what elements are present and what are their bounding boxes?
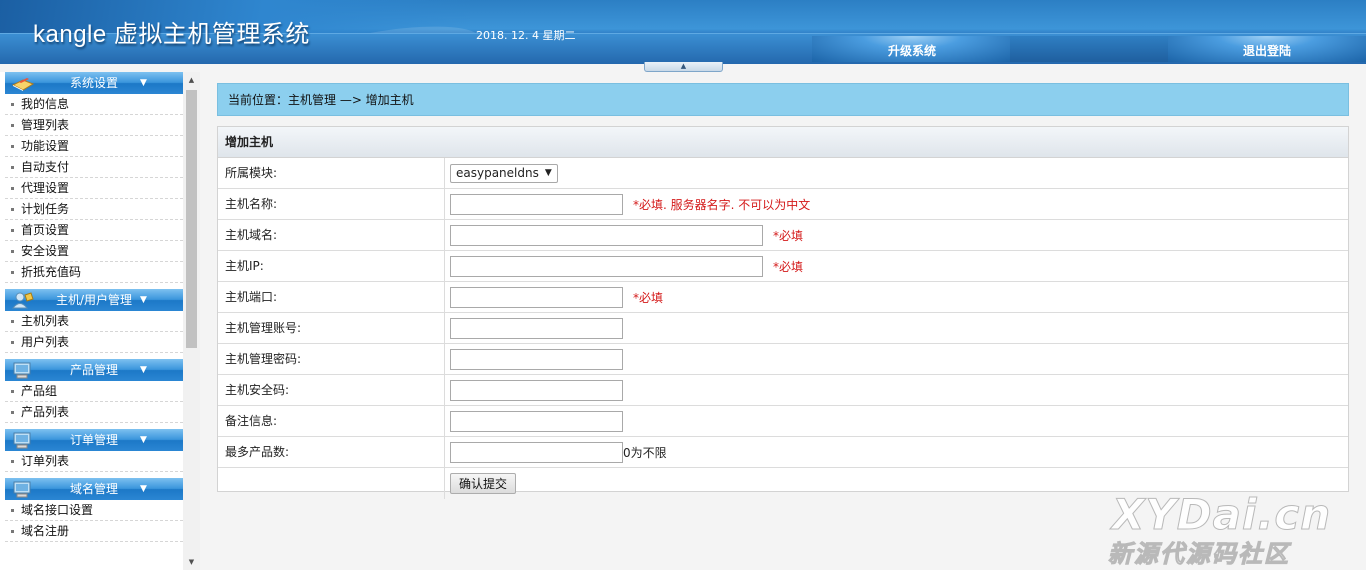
form-row-host-domain: 主机域名: *必填 [218, 220, 1348, 251]
host-ip-input[interactable] [450, 256, 763, 277]
sidebar-item-auto-payment[interactable]: 自动支付 [5, 157, 183, 178]
sidebar-item-host-list[interactable]: 主机列表 [5, 311, 183, 332]
logout-button[interactable]: 退出登陆 [1168, 36, 1366, 62]
collapse-header-toggle[interactable]: ▲ [644, 62, 723, 72]
top-header: kangle 虚拟主机管理系统 2018. 12. 4 星期二 升级系统 退出登… [0, 0, 1366, 64]
column-divider [444, 375, 445, 405]
current-date: 2018. 12. 4 星期二 [476, 29, 576, 42]
sidebar-item-order-list[interactable]: 订单列表 [5, 451, 183, 472]
column-divider [444, 313, 445, 343]
sidebar-item-my-info[interactable]: 我的信息 [5, 94, 183, 115]
security-code-label: 主机安全码: [225, 383, 290, 397]
host-port-hint: *必填 [633, 291, 664, 305]
column-divider [444, 251, 445, 281]
breadcrumb: 当前位置：主机管理 —> 增加主机 [217, 83, 1349, 116]
sidebar-group-label: 产品管理 [69, 363, 118, 377]
form-row-security-code: 主机安全码: [218, 375, 1348, 406]
remark-input[interactable] [450, 411, 623, 432]
sidebar-item-scheduled-tasks[interactable]: 计划任务 [5, 199, 183, 220]
module-select[interactable]: easypaneldns ▼ [450, 164, 558, 183]
upgrade-system-button[interactable]: 升级系统 [812, 36, 1012, 62]
sidebar-scrollbar[interactable]: ▲ ▼ [183, 72, 200, 570]
sidebar: 系统设置 ▼ 我的信息 管理列表 功能设置 自动支付 代理设置 计划任务 首页设… [0, 72, 200, 570]
sidebar-item-proxy-settings[interactable]: 代理设置 [5, 178, 183, 199]
column-divider [444, 437, 445, 467]
sidebar-item-product-list[interactable]: 产品列表 [5, 402, 183, 423]
sidebar-item-security-settings[interactable]: 安全设置 [5, 241, 183, 262]
sidebar-group-label: 域名管理 [69, 482, 118, 496]
column-divider [444, 189, 445, 219]
sidebar-group-orders[interactable]: 订单管理 ▼ [5, 429, 183, 451]
admin-account-label: 主机管理账号: [225, 321, 302, 335]
sidebar-menu: 系统设置 ▼ 我的信息 管理列表 功能设置 自动支付 代理设置 计划任务 首页设… [5, 72, 183, 542]
admin-password-label: 主机管理密码: [225, 352, 302, 366]
sidebar-group-label: 主机/用户管理 [55, 293, 133, 307]
dropdown-arrow-icon: ▼ [544, 168, 552, 178]
sidebar-group-label: 系统设置 [69, 76, 118, 90]
column-divider [444, 406, 445, 436]
host-domain-hint: *必填 [773, 229, 804, 243]
sidebar-item-recharge-codes[interactable]: 折扺充值码 [5, 262, 183, 283]
security-code-input[interactable] [450, 380, 623, 401]
host-ip-label: 主机IP: [225, 259, 264, 273]
admin-password-input[interactable] [450, 349, 623, 370]
header-spacer [1010, 36, 1168, 62]
module-selected-value: easypaneldns [456, 166, 539, 180]
watermark-logo: XYDai.cn [1111, 490, 1332, 540]
host-port-label: 主机端口: [225, 290, 278, 304]
app-title: kangle 虚拟主机管理系统 [33, 21, 310, 48]
max-products-label: 最多产品数: [225, 445, 290, 459]
sidebar-item-domain-register[interactable]: 域名注册 [5, 521, 183, 542]
remark-label: 备注信息: [225, 414, 278, 428]
host-ip-hint: *必填 [773, 260, 804, 274]
column-divider [444, 220, 445, 250]
scroll-up-icon[interactable]: ▲ [183, 74, 200, 86]
sidebar-item-admin-list[interactable]: 管理列表 [5, 115, 183, 136]
module-label: 所属模块: [225, 166, 278, 180]
caret-down-icon: ▼ [140, 295, 147, 305]
caret-down-icon: ▼ [140, 484, 147, 494]
max-products-suffix: 0为不限 [623, 446, 667, 460]
scrollbar-thumb[interactable] [186, 90, 197, 348]
sidebar-item-domain-api-settings[interactable]: 域名接口设置 [5, 500, 183, 521]
host-domain-input[interactable] [450, 225, 763, 246]
column-divider [444, 344, 445, 374]
form-row-host-name: 主机名称: *必填. 服务器名字. 不可以为中文 [218, 189, 1348, 220]
host-port-input[interactable] [450, 287, 623, 308]
sidebar-item-user-list[interactable]: 用户列表 [5, 332, 183, 353]
sidebar-item-feature-settings[interactable]: 功能设置 [5, 136, 183, 157]
sidebar-group-products[interactable]: 产品管理 ▼ [5, 359, 183, 381]
caret-down-icon: ▼ [140, 78, 147, 88]
sidebar-group-system-settings[interactable]: 系统设置 ▼ [5, 72, 183, 94]
host-domain-label: 主机域名: [225, 228, 278, 242]
caret-down-icon: ▼ [140, 435, 147, 445]
column-divider [444, 282, 445, 312]
scroll-down-icon[interactable]: ▼ [183, 556, 200, 568]
host-name-hint: *必填. 服务器名字. 不可以为中文 [633, 198, 811, 212]
sidebar-item-product-groups[interactable]: 产品组 [5, 381, 183, 402]
watermark-subtitle: 新源代源码社区 [1108, 540, 1290, 569]
form-title: 增加主机 [218, 127, 1348, 158]
sidebar-item-homepage-settings[interactable]: 首页设置 [5, 220, 183, 241]
host-name-input[interactable] [450, 194, 623, 215]
form-row-module: 所属模块: easypaneldns ▼ [218, 158, 1348, 189]
form-row-max-products: 最多产品数: 0为不限 [218, 437, 1348, 468]
add-host-form: 增加主机 所属模块: easypaneldns ▼ 主机名称: *必填. 服务器… [217, 126, 1349, 499]
admin-account-input[interactable] [450, 318, 623, 339]
form-row-admin-password: 主机管理密码: [218, 344, 1348, 375]
form-row-admin-account: 主机管理账号: [218, 313, 1348, 344]
host-name-label: 主机名称: [225, 197, 278, 211]
caret-down-icon: ▼ [140, 365, 147, 375]
column-divider [444, 158, 445, 188]
column-divider [444, 468, 445, 499]
form-row-remark: 备注信息: [218, 406, 1348, 437]
submit-button[interactable]: 确认提交 [450, 473, 517, 494]
chevron-up-icon: ▲ [680, 62, 687, 70]
form-row-host-ip: 主机IP: *必填 [218, 251, 1348, 282]
sidebar-group-domains[interactable]: 域名管理 ▼ [5, 478, 183, 500]
sidebar-group-label: 订单管理 [69, 433, 118, 447]
form-row-host-port: 主机端口: *必填 [218, 282, 1348, 313]
sidebar-group-host-user[interactable]: 主机/用户管理 ▼ [5, 289, 183, 311]
max-products-input[interactable] [450, 442, 623, 463]
